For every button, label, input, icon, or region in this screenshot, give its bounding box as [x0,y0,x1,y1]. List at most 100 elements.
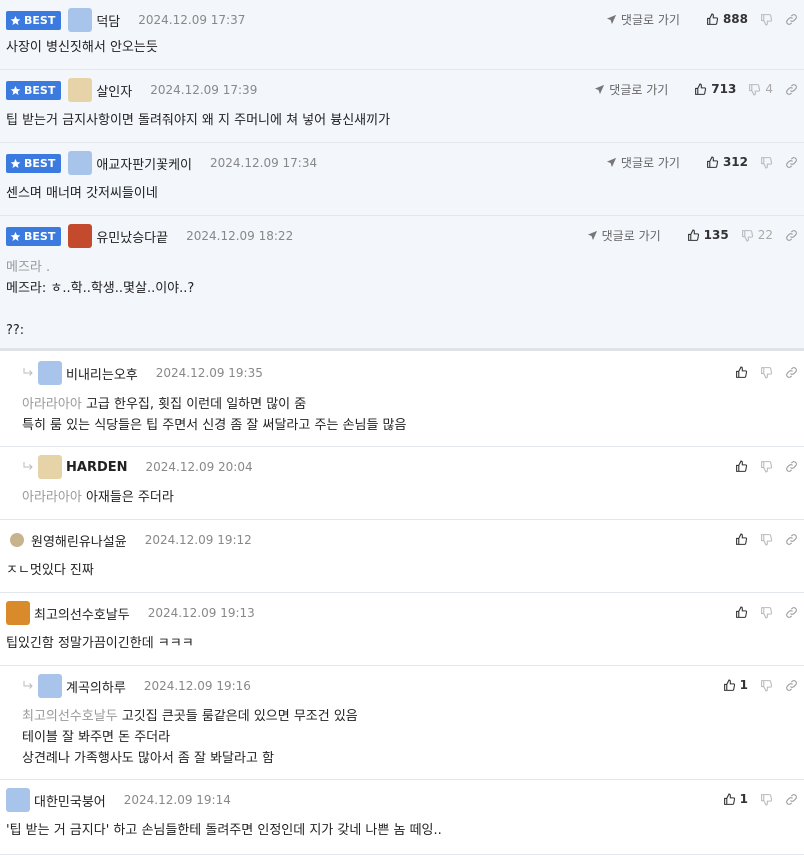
upvote-button[interactable]: 888 [706,12,748,26]
comment-actions: 댓글로 가기 312 [606,152,798,172]
comment-actions: 1 [711,789,798,809]
goto-comment-link[interactable]: 댓글로 가기 [606,154,680,171]
upvote-button[interactable] [735,366,748,379]
thumbs-down-icon [760,606,773,619]
link-icon [785,793,798,806]
downvote-button[interactable] [760,679,773,692]
comment-text: 특히 룸 있는 식당들은 팁 주면서 신경 좀 잘 써달라고 주는 손님들 많음 [22,418,407,433]
link-icon [785,13,798,26]
goto-comment-link[interactable]: 댓글로 가기 [587,227,661,244]
share-link-button[interactable] [785,13,798,26]
comment: 최고의선수호날두 2024.12.09 19:13 팁있긴함 정말가끔이긴한데 ㅋㅋ… [0,593,804,666]
upvote-count: 1 [739,792,748,806]
timestamp: 2024.12.09 17:37 [138,13,246,27]
star-icon [10,231,21,242]
avatar[interactable] [68,151,93,175]
upvote-button[interactable]: 713 [694,82,736,96]
comment-text: 센스며 매너며 갓저씨들이네 [6,186,158,201]
upvote-button[interactable]: 312 [706,155,748,169]
share-link-button[interactable] [785,83,798,96]
nickname[interactable]: 비내리는오후 [66,364,138,383]
reply-arrow-icon [22,367,34,379]
comment: BEST 살인자 2024.12.09 17:39 댓글로 가기 713 4 팁 받는거 금… [0,70,804,143]
share-link-button[interactable] [785,366,798,379]
best-label: BEST [24,229,56,243]
comment-text: 사장이 병신짓해서 안오는듯 [6,40,158,55]
thumbs-down-icon [760,679,773,692]
upvote-button[interactable]: 135 [687,228,729,242]
avatar[interactable] [6,601,30,625]
avatar[interactable] [6,788,30,812]
share-link-button[interactable] [785,460,798,473]
share-link-button[interactable] [785,533,798,546]
upvote-button[interactable] [735,606,748,619]
quoted-nickname[interactable]: 아라라아아 [22,397,82,412]
nickname[interactable]: 유민났승다끝 [96,227,168,246]
quoted-nickname[interactable]: 아라라아아 [22,490,82,505]
share-link-button[interactable] [785,229,798,242]
timestamp: 2024.12.09 18:22 [186,229,294,243]
upvote-button[interactable] [735,460,748,473]
goto-label: 댓글로 가기 [601,228,661,243]
comment-line: 메즈라: ㅎ..학..학생..몇살..이야..? [6,278,794,299]
goto-comment-link[interactable]: 댓글로 가기 [606,11,680,28]
downvote-button[interactable] [760,793,773,806]
share-link-button[interactable] [785,606,798,619]
comment-text: 메즈라: ㅎ..학..학생..몇살..이야..? [6,281,195,296]
timestamp: 2024.12.09 19:35 [155,366,263,380]
downvote-button[interactable]: 22 [741,228,773,242]
quoted-nickname[interactable]: 최고의선수호날두 [22,709,118,724]
nickname[interactable]: 최고의선수호날두 [34,604,130,623]
best-badge: BEST [6,153,62,173]
comment-header: HARDEN 2024.12.09 20:04 [22,455,804,479]
upvote-button[interactable] [735,533,748,546]
comment-body: 사장이 병신짓해서 안오는듯 [6,37,794,58]
avatar[interactable] [38,455,62,479]
upvote-count: 135 [703,228,729,242]
comment-line: '팁 받는 거 금지다' 하고 손님들한테 돌려주면 인정인데 지가 갖네 나쁜… [6,820,794,841]
comment-line: 아라라아아 고급 한우집, 횟집 이런데 일하면 많이 줌 [22,394,794,415]
downvote-button[interactable] [760,606,773,619]
downvote-button[interactable] [760,533,773,546]
upvote-count: 312 [722,155,748,169]
nickname[interactable]: 덕담 [96,11,120,30]
star-icon [10,158,21,169]
thumbs-down-icon [748,83,761,96]
nickname[interactable]: 대한민국붕어 [34,791,106,810]
quoted-nickname[interactable]: 메즈라 . [6,257,794,278]
upvote-button[interactable]: 1 [723,678,748,692]
nickname[interactable]: 애교자판기꽃케이 [96,154,192,173]
comment-text: ??: [6,323,25,338]
downvote-count: 4 [765,82,773,96]
link-icon [785,229,798,242]
thumbs-up-icon [687,229,700,242]
avatar[interactable] [38,674,62,698]
comment-actions: 1 [711,675,798,695]
downvote-button[interactable] [760,13,773,26]
reply-comment: 계곡의하루 2024.12.09 19:16 1 최고의선수호날두 고깃집 큰곳들 룸… [0,666,804,780]
share-link-button[interactable] [785,679,798,692]
downvote-button[interactable]: 4 [748,82,773,96]
share-link-button[interactable] [785,793,798,806]
nickname[interactable]: 계곡의하루 [66,677,126,696]
goto-comment-link[interactable]: 댓글로 가기 [594,81,668,98]
downvote-button[interactable] [760,460,773,473]
upvote-button[interactable]: 1 [723,792,748,806]
nickname[interactable]: 원영해린유나설윤 [31,531,127,550]
avatar[interactable] [38,361,62,385]
avatar[interactable] [68,224,93,248]
send-icon [606,157,617,168]
nickname[interactable]: HARDEN [66,460,128,475]
comment: BEST 덕담 2024.12.09 17:37 댓글로 가기 888 사장이 병신짓해서… [0,0,804,70]
reply-comment: HARDEN 2024.12.09 20:04 아라라아아 아재들은 주더라 [0,447,804,520]
downvote-button[interactable] [760,366,773,379]
avatar[interactable] [68,8,93,32]
share-link-button[interactable] [785,156,798,169]
nickname[interactable]: 살인자 [96,81,132,100]
downvote-button[interactable] [760,156,773,169]
avatar[interactable] [68,78,93,102]
thumbs-up-icon [735,460,748,473]
avatar[interactable] [10,533,24,547]
comment-body: ㅈㄴ멋있다 진짜 [6,560,794,581]
thumbs-up-icon [706,13,719,26]
